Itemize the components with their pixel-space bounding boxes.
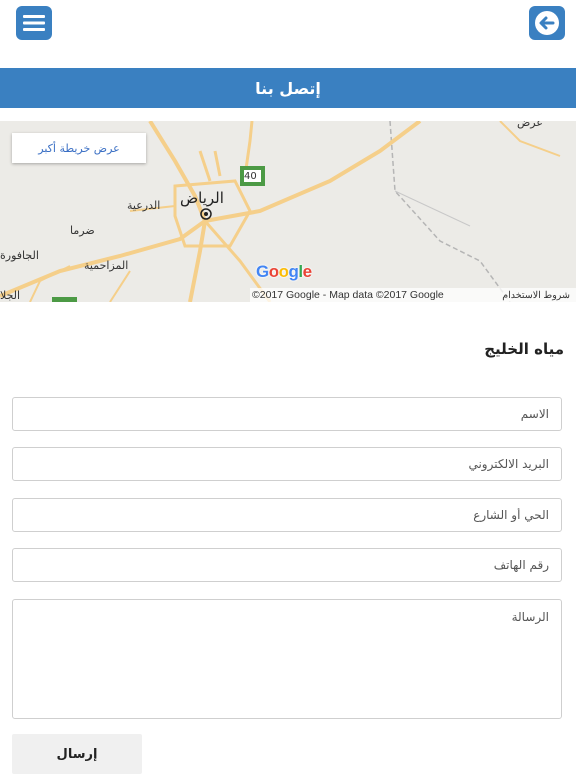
name-input[interactable]: [12, 397, 562, 431]
map-label-muzahimiyah: المزاحمية: [84, 259, 129, 272]
menu-button[interactable]: [16, 6, 52, 40]
map-label-diriyah: الدرعية: [127, 199, 161, 212]
message-textarea[interactable]: [12, 599, 562, 719]
terms-of-use-link[interactable]: شروط الاستخدام: [502, 290, 570, 301]
google-logo: Google: [256, 262, 312, 281]
map-credit: ©2017 Google - Map data ©2017 Google: [252, 289, 444, 301]
view-larger-map-button[interactable]: عرض خريطة أكبر: [12, 133, 146, 163]
company-name: مياه الخليج: [484, 340, 564, 358]
address-input[interactable]: [12, 498, 562, 532]
map-label-topright: عرض: [517, 121, 543, 129]
send-button[interactable]: إرسال: [12, 734, 142, 774]
road-number: 40: [244, 171, 257, 182]
back-button[interactable]: [529, 6, 565, 40]
map-label-jafurah: الجافورة: [0, 249, 39, 262]
map-label-jala: الجلا: [0, 289, 21, 302]
arrow-left-icon: [535, 11, 559, 35]
map-label-dirma: ضرما: [70, 224, 95, 237]
page-title: إتصل بنا: [0, 68, 576, 108]
phone-input[interactable]: [12, 548, 562, 582]
map-attribution: ©2017 Google - Map data ©2017 Google شرو…: [250, 288, 576, 302]
top-bar: [0, 0, 576, 68]
hamburger-menu-icon: [23, 15, 45, 31]
map-label-riyadh: الرياض: [180, 189, 224, 207]
email-input[interactable]: [12, 447, 562, 481]
